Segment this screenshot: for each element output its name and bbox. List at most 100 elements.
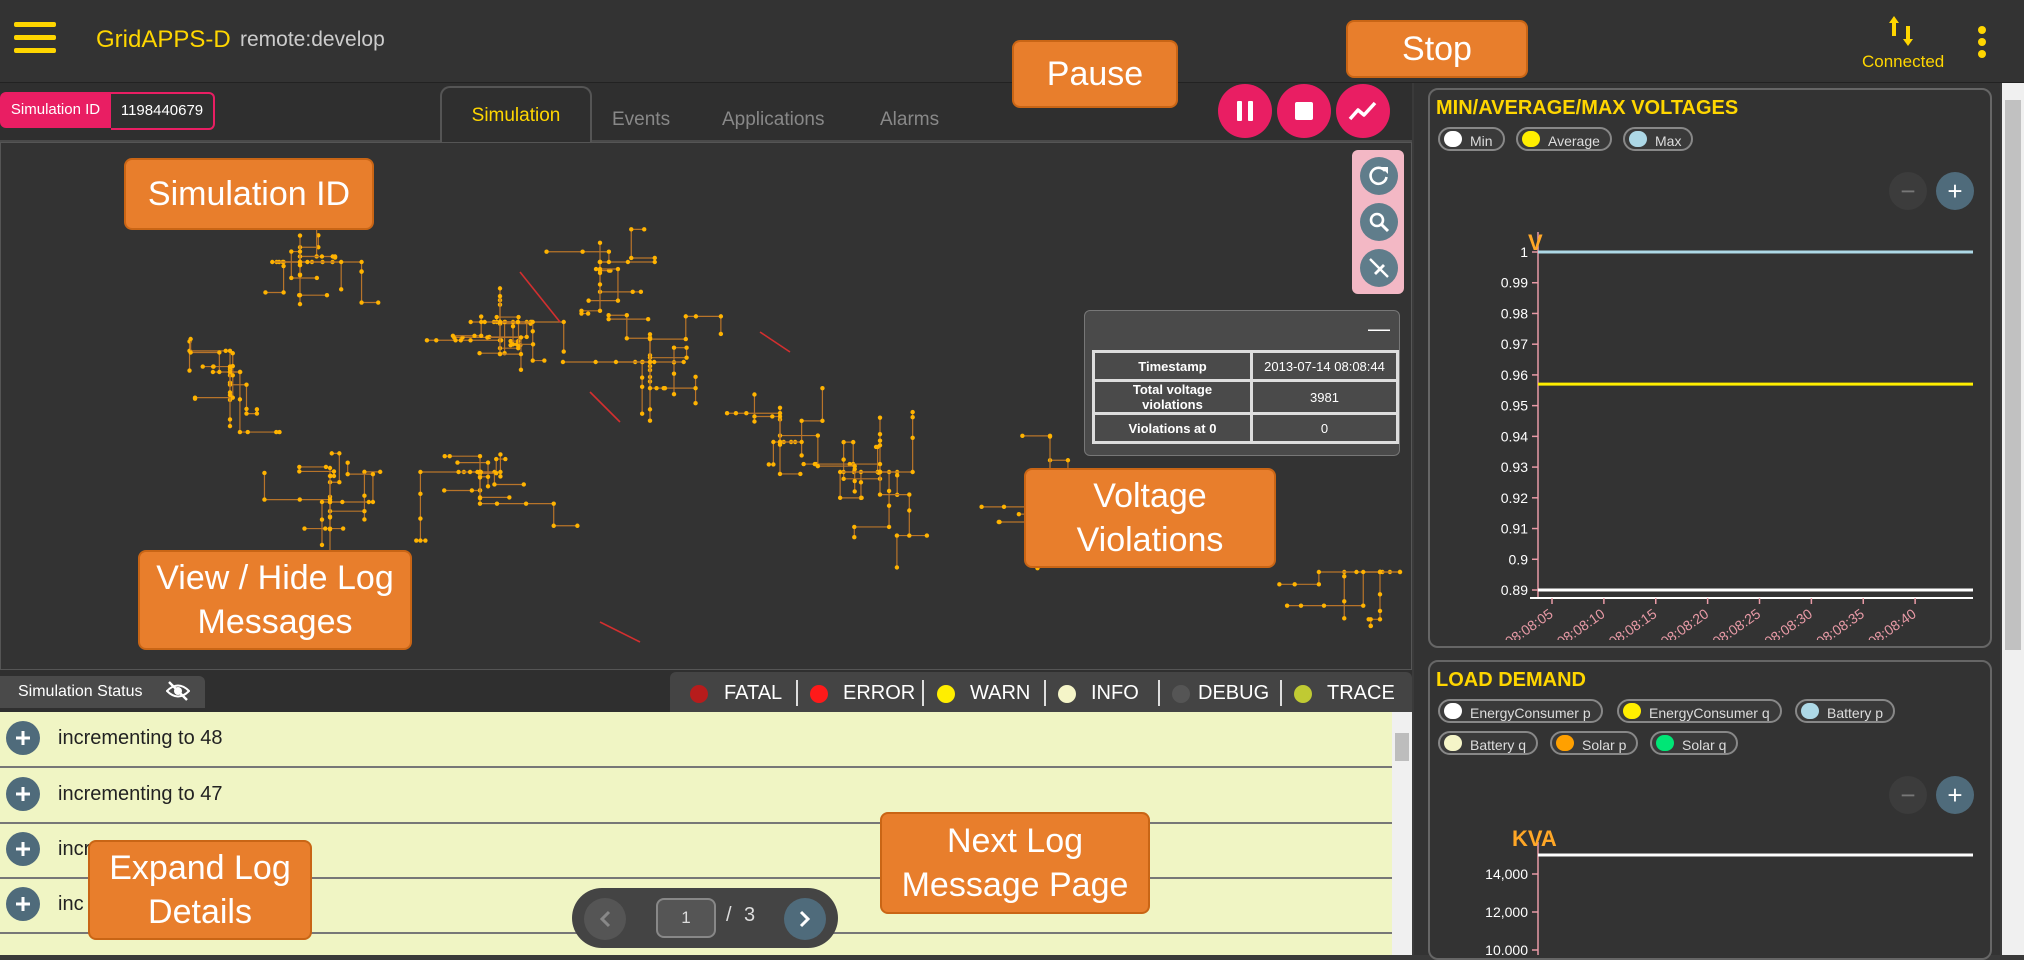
- bus-node: [468, 338, 473, 343]
- bus-node: [188, 336, 193, 342]
- expand-log-details-callout: Expand Log Details: [88, 840, 312, 940]
- violation-key: Violations at 0: [1092, 412, 1253, 444]
- zoom-in-button[interactable]: +: [1936, 172, 1974, 210]
- tab-simulation[interactable]: Simulation: [440, 86, 592, 144]
- hamburger-menu-icon[interactable]: [14, 22, 56, 58]
- log-level-warn[interactable]: WARN: [970, 682, 1030, 705]
- bus-node: [910, 435, 915, 441]
- bus-node: [894, 473, 900, 478]
- tab-alarms[interactable]: Alarms: [880, 98, 939, 142]
- bus-node: [478, 319, 484, 325]
- more-options-icon[interactable]: [1978, 26, 1988, 60]
- legend-chip-energyconsumer-p[interactable]: EnergyConsumer p: [1438, 699, 1603, 723]
- bus-node: [434, 338, 439, 343]
- bus-node: [606, 316, 611, 322]
- bus-node: [442, 488, 447, 493]
- bus-node: [345, 471, 350, 477]
- zoom-out-button[interactable]: −: [1889, 172, 1927, 210]
- bus-node: [289, 275, 294, 281]
- log-level-debug[interactable]: DEBUG: [1198, 682, 1269, 705]
- zoom-in-button[interactable]: +: [1936, 776, 1974, 814]
- log-level-info[interactable]: INFO: [1091, 682, 1139, 705]
- legend-chip-average[interactable]: Average: [1516, 127, 1612, 151]
- feeder-line: [457, 461, 489, 487]
- legend-chip-battery-p[interactable]: Battery p: [1795, 699, 1896, 723]
- bus-node: [327, 527, 333, 532]
- bus-node: [516, 314, 521, 320]
- feeder-line: [444, 455, 481, 472]
- bus-node: [494, 501, 500, 506]
- bus-node: [227, 365, 233, 370]
- bus-node: [244, 411, 249, 416]
- log-level-trace[interactable]: TRACE: [1327, 682, 1395, 705]
- bus-node: [877, 431, 883, 437]
- bus-node: [478, 314, 484, 319]
- bus-node: [424, 338, 430, 343]
- bus-node: [331, 469, 337, 474]
- bus-node: [684, 345, 689, 350]
- bus-node: [561, 319, 566, 325]
- legend-chip-solar-p[interactable]: Solar p: [1550, 731, 1639, 755]
- bus-node: [606, 313, 611, 318]
- legend-chip-max[interactable]: Max: [1623, 127, 1694, 151]
- bus-node: [227, 417, 233, 422]
- visibility-off-icon[interactable]: [166, 680, 190, 702]
- y-tick-label: 14,000: [1485, 866, 1528, 882]
- bus-node: [837, 495, 843, 501]
- divider: [1280, 680, 1282, 706]
- voltage-violations-table: Timestamp 2013-07-14 08:08:44 Total volta…: [1092, 350, 1399, 444]
- zoom-out-button[interactable]: −: [1889, 776, 1927, 814]
- bus-node: [262, 497, 267, 502]
- search-map-button[interactable]: [1360, 203, 1398, 241]
- bus-node: [1361, 603, 1366, 608]
- log-level-error[interactable]: ERROR: [843, 682, 915, 705]
- bus-node: [683, 336, 688, 342]
- bus-node: [281, 290, 286, 295]
- bus-node: [654, 385, 659, 391]
- log-level-fatal[interactable]: FATAL: [724, 682, 782, 705]
- next-page-button[interactable]: [784, 898, 826, 940]
- bus-node: [447, 453, 452, 459]
- pause-button[interactable]: [1218, 84, 1272, 138]
- tab-applications[interactable]: Applications: [722, 98, 824, 142]
- stop-button[interactable]: [1277, 84, 1331, 138]
- minimize-panel-button[interactable]: —: [1368, 316, 1390, 342]
- toggle-edit-button[interactable]: [1360, 249, 1398, 287]
- y-tick-label: 0.95: [1501, 398, 1528, 414]
- tab-events[interactable]: Events: [612, 98, 670, 142]
- legend-chip-min[interactable]: Min: [1438, 127, 1505, 151]
- expand-log-button[interactable]: [6, 777, 40, 811]
- bus-node: [606, 259, 612, 265]
- y-tick-label: 0.96: [1501, 367, 1528, 383]
- legend-chip-battery-q[interactable]: Battery q: [1438, 731, 1539, 755]
- bus-node: [498, 474, 503, 479]
- bus-node: [542, 358, 547, 363]
- refresh-button[interactable]: [1360, 157, 1398, 195]
- page-scrollbar-thumb[interactable]: [2005, 100, 2021, 650]
- search-icon: [1369, 212, 1390, 233]
- log-message: inc: [58, 893, 84, 915]
- bus-node: [497, 351, 503, 357]
- log-message: incrementing to 47: [58, 783, 223, 805]
- previous-page-button[interactable]: [584, 898, 626, 940]
- bus-node: [877, 461, 883, 467]
- bus-node: [852, 535, 857, 540]
- bus-node: [337, 480, 342, 485]
- legend-chip-solar-q[interactable]: Solar q: [1650, 731, 1739, 755]
- log-scrollbar-thumb[interactable]: [1395, 733, 1409, 761]
- bus-node: [510, 342, 516, 347]
- expand-log-button[interactable]: [6, 721, 40, 755]
- bus-node: [377, 469, 383, 475]
- legend-chip-energyconsumer-q[interactable]: EnergyConsumer q: [1617, 699, 1782, 723]
- bus-node: [1342, 599, 1347, 604]
- bus-node: [681, 359, 686, 365]
- fatal-dot: [690, 685, 708, 703]
- bus-node: [297, 249, 303, 254]
- bus-node: [270, 259, 275, 265]
- bus-node: [518, 335, 524, 340]
- expand-log-button[interactable]: [6, 832, 40, 866]
- page-number-input[interactable]: 1: [656, 898, 716, 938]
- expand-log-button[interactable]: [6, 887, 40, 921]
- plot-button[interactable]: [1336, 84, 1390, 138]
- bus-node: [815, 463, 821, 469]
